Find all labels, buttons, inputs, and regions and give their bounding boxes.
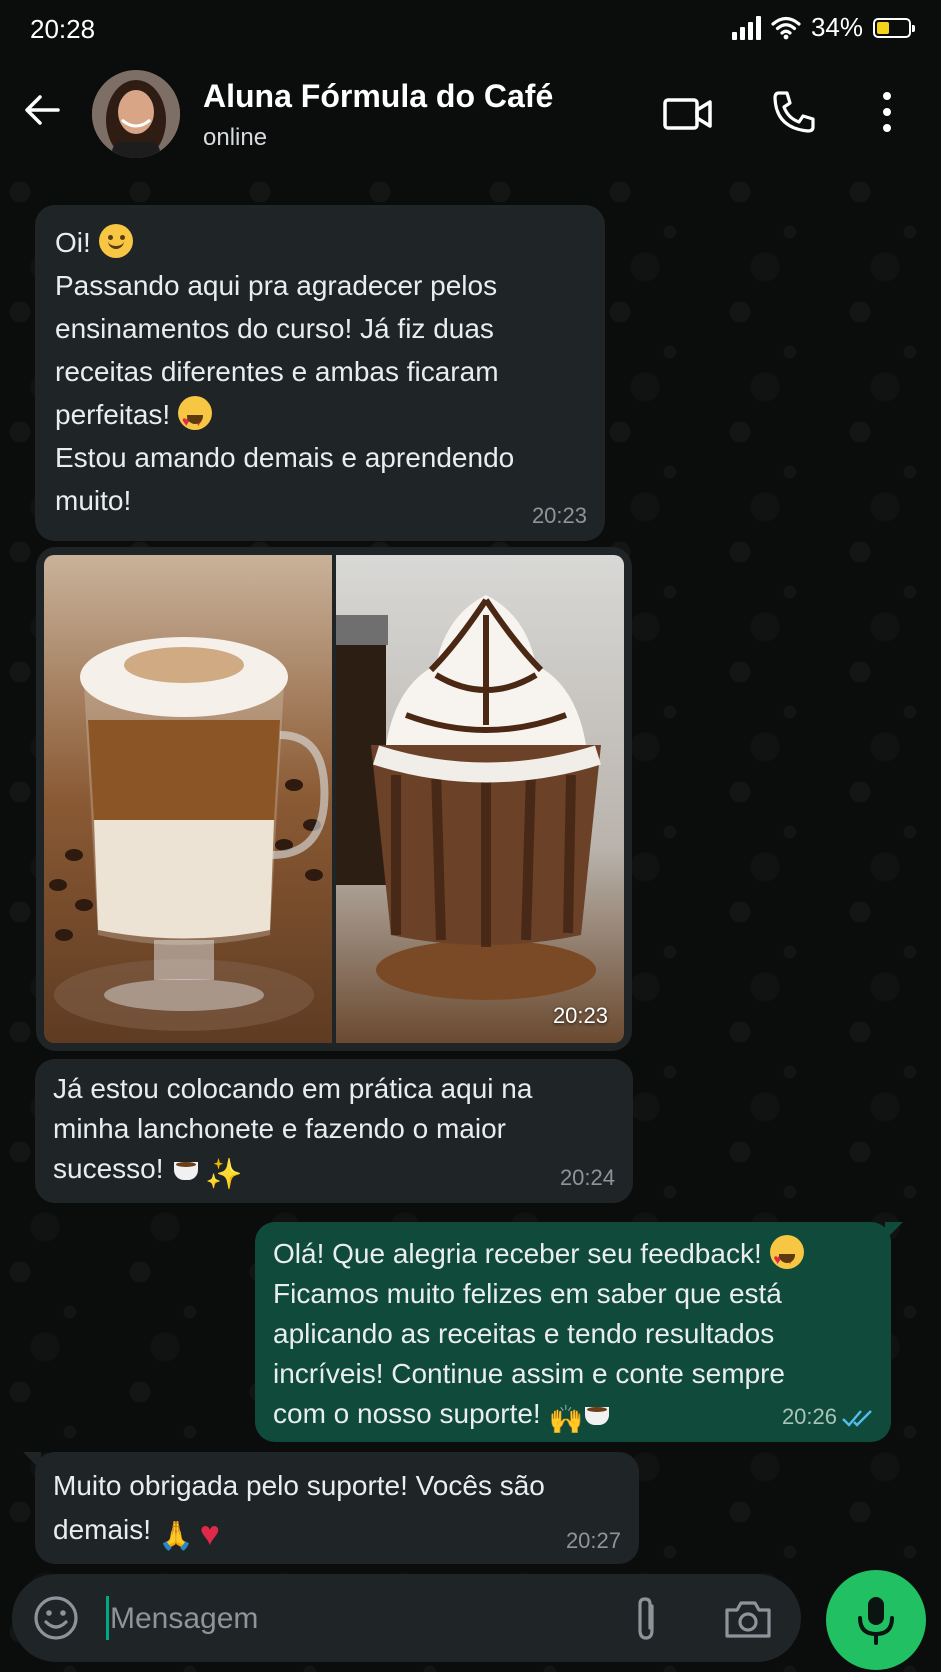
message-input[interactable]: [108, 1590, 582, 1648]
mic-button[interactable]: [826, 1570, 926, 1670]
battery-icon: [873, 17, 915, 38]
message-bubble-incoming[interactable]: Muito obrigada pelo suporte! Vocês são d…: [23, 1452, 639, 1564]
raised-hands-emoji-icon: 🙌: [548, 1404, 584, 1435]
mic-icon: [858, 1597, 894, 1645]
smile-emoji-icon: [98, 224, 133, 258]
heart-eyes-emoji-icon: [177, 396, 212, 443]
sparkles-emoji-icon: ✨: [205, 1158, 243, 1191]
back-arrow-icon[interactable]: [20, 88, 64, 132]
photo-message[interactable]: 20:23: [36, 547, 632, 1051]
message-time: 20:27: [565, 1528, 621, 1553]
message-text: Oi! Passando aqui pra agradecer pelos en…: [55, 221, 585, 522]
status-indicators: 34%: [731, 12, 915, 43]
chat-header: Aluna Fórmula do Café online: [0, 58, 941, 172]
more-vert-icon[interactable]: [870, 88, 904, 136]
camera-icon[interactable]: [722, 1596, 774, 1642]
bubble-tail: [23, 1452, 41, 1470]
coffee-emoji-icon: [171, 1150, 205, 1184]
status-bar: 20:28 34%: [0, 0, 941, 58]
emoji-icon[interactable]: [32, 1594, 80, 1642]
message-text: Muito obrigada pelo suporte! Vocês são d…: [53, 1470, 545, 1553]
message-bubble-incoming[interactable]: Já estou colocando em prática aqui na mi…: [35, 1059, 633, 1203]
wifi-icon: [771, 16, 801, 39]
battery-percent: 34%: [810, 12, 863, 42]
video-call-icon[interactable]: [662, 90, 714, 138]
contact-status: online: [203, 124, 268, 151]
photo-mocha[interactable]: [336, 555, 624, 1043]
bubble-tail: [885, 1222, 903, 1240]
photo-latte[interactable]: [44, 555, 332, 1043]
status-time: 20:28: [30, 14, 96, 44]
latte-image: [44, 555, 332, 1043]
folded-hands-emoji-icon: 🙏: [158, 1520, 194, 1551]
message-time: 20:24: [559, 1165, 615, 1190]
coffee-emoji-icon: [582, 1395, 616, 1429]
mocha-image: [336, 555, 624, 1043]
attach-icon[interactable]: [628, 1594, 664, 1644]
phone-icon[interactable]: [770, 88, 818, 136]
avatar[interactable]: [92, 70, 180, 158]
message-time: 20:26: [781, 1404, 837, 1429]
heart-eyes-emoji-icon: [769, 1235, 804, 1279]
contact-name[interactable]: Aluna Fórmula do Café: [203, 78, 553, 115]
message-composer: [12, 1574, 801, 1662]
red-heart-emoji-icon: ♥: [199, 1515, 220, 1553]
double-check-read-icon: [842, 1410, 872, 1427]
avatar-image: [92, 70, 180, 158]
message-text: Já estou colocando em prática aqui na mi…: [53, 1073, 533, 1191]
signal-icon: [731, 15, 761, 40]
photo-time: 20:23: [552, 1003, 608, 1028]
message-bubble-incoming[interactable]: Oi! Passando aqui pra agradecer pelos en…: [35, 205, 605, 541]
message-bubble-outgoing[interactable]: Olá! Que alegria receber seu feedback! F…: [255, 1222, 903, 1442]
message-time: 20:23: [531, 503, 587, 528]
